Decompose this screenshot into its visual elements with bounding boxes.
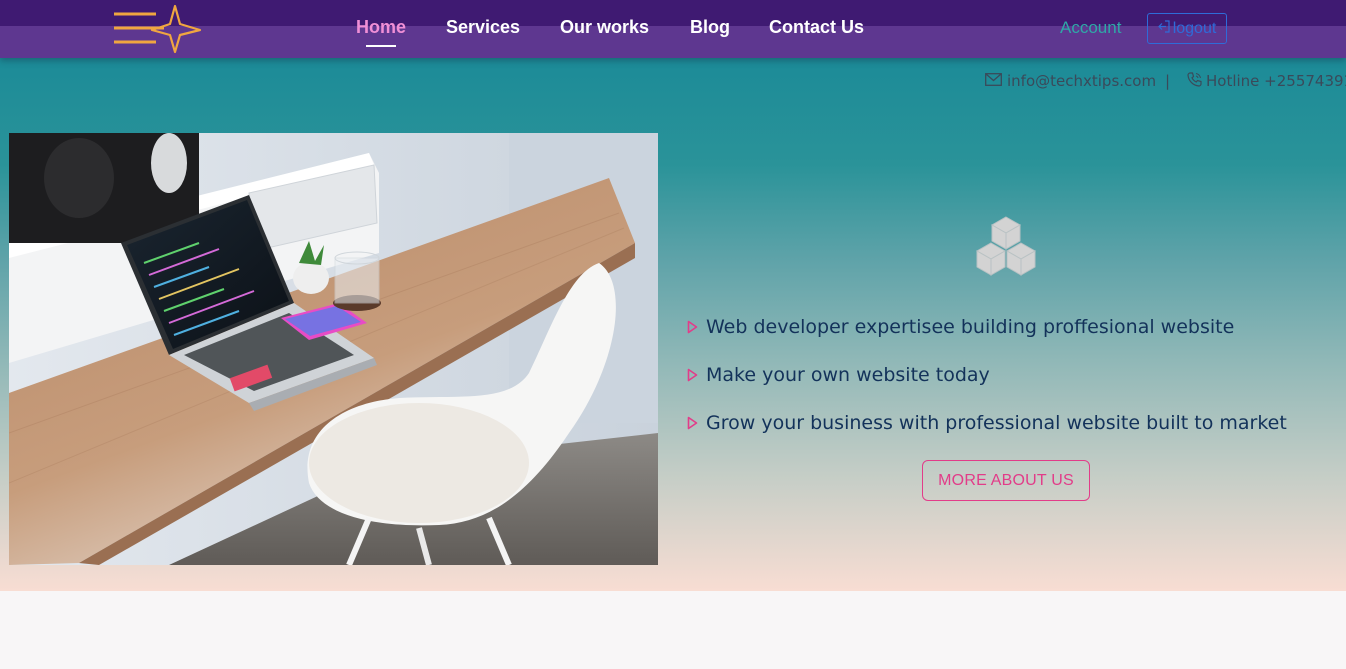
contact-separator: | [1165, 72, 1171, 90]
contact-email[interactable]: info@techxtips.com [1007, 72, 1156, 90]
triangle-right-icon [687, 368, 698, 382]
feature-text: Make your own website today [706, 364, 990, 386]
nav-link-blog[interactable]: Blog [690, 17, 730, 38]
laptop-desk-photo [9, 133, 658, 565]
nav-link-home[interactable]: Home [356, 17, 406, 47]
nav-link-contact-us[interactable]: Contact Us [769, 17, 864, 38]
feature-item: Grow your business with professional web… [687, 412, 1287, 434]
feature-text: Grow your business with professional web… [706, 412, 1287, 434]
triangle-right-icon [687, 416, 698, 430]
contact-bar: info@techxtips.com | Hotline +25574391 [985, 70, 1346, 92]
next-section [0, 591, 1346, 669]
logout-label: logout [1172, 19, 1217, 37]
feature-item: Web developer expertisee building proffe… [687, 316, 1234, 338]
cubes-icon [972, 215, 1040, 281]
phone-icon [1187, 72, 1202, 91]
hero-section: info@techxtips.com | Hotline +25574391 W… [0, 58, 1346, 591]
triangle-right-icon [687, 320, 698, 334]
feature-item: Make your own website today [687, 364, 990, 386]
nav-link-services[interactable]: Services [446, 17, 520, 38]
star-menu-logo-icon[interactable] [112, 4, 202, 54]
more-about-us-button[interactable]: MORE ABOUT US [922, 460, 1090, 501]
account-link[interactable]: Account [1060, 18, 1121, 38]
envelope-icon [985, 72, 1002, 90]
logout-button[interactable]: logout [1147, 13, 1227, 44]
top-navbar: Home Services Our works Blog Contact Us … [0, 0, 1346, 58]
nav-link-our-works[interactable]: Our works [560, 17, 649, 38]
contact-hotline[interactable]: Hotline +25574391 [1206, 72, 1346, 90]
feature-text: Web developer expertisee building proffe… [706, 316, 1235, 338]
logout-icon [1157, 19, 1170, 38]
